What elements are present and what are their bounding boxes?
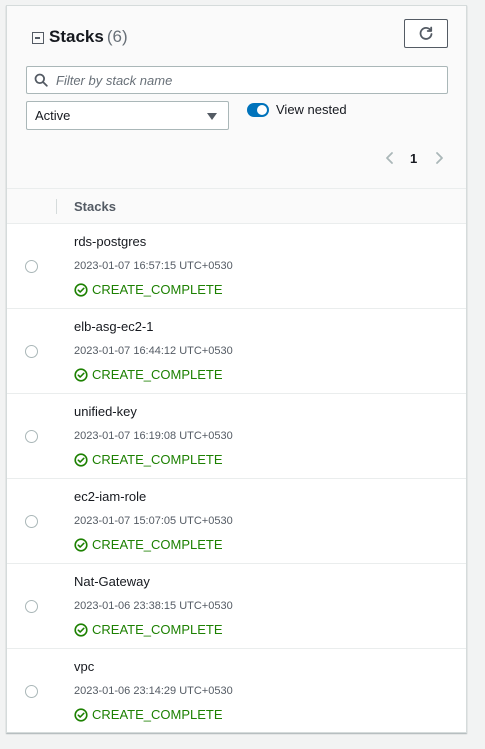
row-radio[interactable] (25, 345, 38, 358)
row-radio[interactable] (25, 685, 38, 698)
check-circle-icon (74, 622, 88, 637)
table-header: Stacks (7, 189, 466, 224)
stack-status: CREATE_COMPLETE (74, 537, 223, 552)
search-box (26, 66, 448, 94)
refresh-icon (419, 26, 433, 40)
view-nested-toggle[interactable] (247, 103, 269, 117)
stack-name[interactable]: Nat-Gateway (74, 574, 150, 589)
stack-timestamp: 2023-01-07 16:19:08 UTC+0530 (74, 430, 233, 442)
stack-name[interactable]: elb-asg-ec2-1 (74, 319, 154, 334)
stack-status: CREATE_COMPLETE (74, 707, 223, 722)
stack-name[interactable]: rds-postgres (74, 234, 146, 249)
status-text: CREATE_COMPLETE (92, 537, 223, 552)
status-text: CREATE_COMPLETE (92, 707, 223, 722)
stack-timestamp: 2023-01-07 16:57:15 UTC+0530 (74, 260, 233, 272)
current-page-number[interactable]: 1 (410, 151, 417, 166)
check-circle-icon (74, 282, 88, 297)
panel-title: Stacks (6) (49, 27, 128, 47)
table-row[interactable]: elb-asg-ec2-1 2023-01-07 16:44:12 UTC+05… (7, 309, 466, 394)
stack-status: CREATE_COMPLETE (74, 452, 223, 467)
stack-status: CREATE_COMPLETE (74, 367, 223, 382)
check-circle-icon (74, 367, 88, 382)
stack-timestamp: 2023-01-06 23:38:15 UTC+0530 (74, 600, 233, 612)
table-row[interactable]: rds-postgres 2023-01-07 16:57:15 UTC+053… (7, 224, 466, 309)
panel-header: Stacks(6) Active View nested 1 (7, 6, 466, 189)
check-circle-icon (74, 537, 88, 552)
chevron-right-icon[interactable] (432, 151, 446, 165)
stack-status: CREATE_COMPLETE (74, 282, 223, 297)
column-header-stacks[interactable]: Stacks (74, 199, 116, 214)
status-text: CREATE_COMPLETE (92, 452, 223, 467)
refresh-button[interactable] (404, 19, 448, 48)
panel-title-text: Stacks (49, 27, 104, 46)
status-filter-select[interactable]: Active (26, 101, 229, 130)
table-row[interactable]: unified-key 2023-01-07 16:19:08 UTC+0530… (7, 394, 466, 479)
check-circle-icon (74, 707, 88, 722)
row-radio[interactable] (25, 515, 38, 528)
status-text: CREATE_COMPLETE (92, 367, 223, 382)
row-radio[interactable] (25, 600, 38, 613)
column-divider (56, 199, 57, 214)
stack-name[interactable]: vpc (74, 659, 94, 674)
row-radio[interactable] (25, 430, 38, 443)
stack-name[interactable]: unified-key (74, 404, 137, 419)
chevron-left-icon[interactable] (383, 151, 397, 165)
status-text: CREATE_COMPLETE (92, 622, 223, 637)
stacks-panel: Stacks(6) Active View nested 1 (6, 5, 467, 733)
stack-count: (6) (106, 27, 128, 46)
stack-timestamp: 2023-01-07 15:07:05 UTC+0530 (74, 515, 233, 527)
row-radio[interactable] (25, 260, 38, 273)
table-row[interactable]: vpc 2023-01-06 23:14:29 UTC+0530 CREATE_… (7, 649, 466, 734)
caret-down-icon (207, 113, 217, 120)
search-input[interactable] (56, 67, 436, 93)
stack-timestamp: 2023-01-06 23:14:29 UTC+0530 (74, 685, 233, 697)
collapse-icon[interactable] (32, 32, 44, 44)
stack-status: CREATE_COMPLETE (74, 622, 223, 637)
status-text: CREATE_COMPLETE (92, 282, 223, 297)
select-value: Active (35, 108, 71, 123)
table-row[interactable]: ec2-iam-role 2023-01-07 15:07:05 UTC+053… (7, 479, 466, 564)
stack-name[interactable]: ec2-iam-role (74, 489, 146, 504)
view-nested-label: View nested (276, 102, 347, 117)
check-circle-icon (74, 452, 88, 467)
search-icon (34, 73, 48, 87)
stacks-table-body: rds-postgres 2023-01-07 16:57:15 UTC+053… (7, 224, 466, 734)
stack-timestamp: 2023-01-07 16:44:12 UTC+0530 (74, 345, 233, 357)
table-row[interactable]: Nat-Gateway 2023-01-06 23:38:15 UTC+0530… (7, 564, 466, 649)
